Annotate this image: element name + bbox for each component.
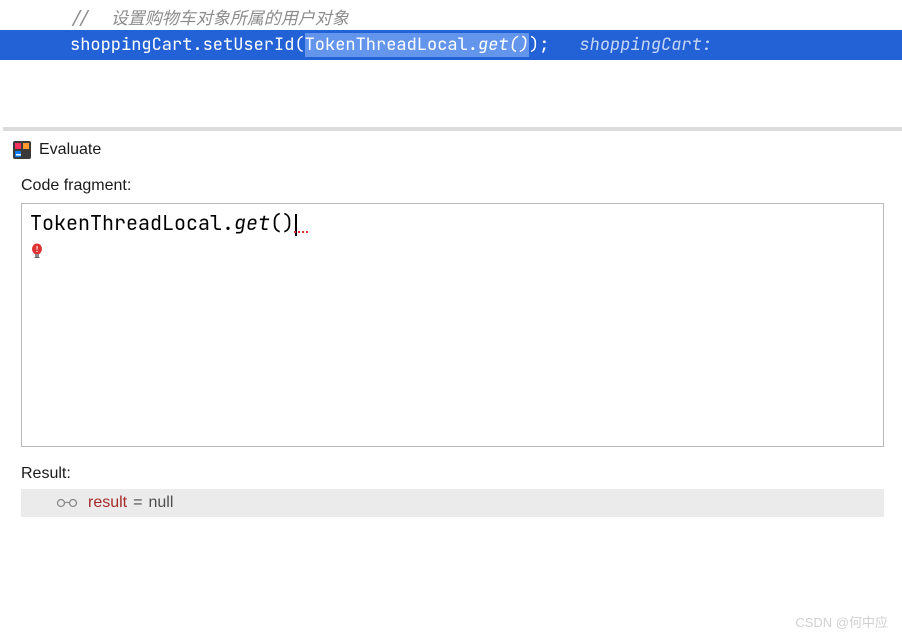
code-line-comment[interactable]: // 设置购物车对象所属的用户对象 — [0, 3, 902, 30]
intellij-icon — [13, 141, 31, 159]
selected-expression: TokenThreadLocal.get() — [305, 33, 529, 57]
comment-text: // 设置购物车对象所属的用户对象 — [70, 4, 349, 30]
code-text-end: ); — [529, 34, 549, 56]
result-label: Result: — [3, 447, 902, 487]
result-variable-name: result — [88, 494, 127, 512]
code-editor: // 设置购物车对象所属的用户对象 shoppingCart.setUserId… — [0, 0, 902, 60]
fragment-expression: TokenThreadLocal.get() — [30, 210, 294, 236]
result-equals: = — [133, 494, 142, 512]
watermark: CSDN @何中应 — [795, 612, 888, 631]
code-fragment-label: Code fragment: — [3, 169, 902, 201]
glasses-icon — [56, 495, 78, 511]
inline-hint: shoppingCart: — [579, 34, 712, 56]
evaluate-header: Evaluate — [3, 131, 902, 169]
code-line-highlighted[interactable]: shoppingCart.setUserId(TokenThreadLocal.… — [0, 30, 902, 60]
code-text: shoppingCart.setUserId( — [70, 34, 305, 56]
result-row[interactable]: result = null — [21, 489, 884, 517]
code-fragment-input[interactable]: TokenThreadLocal.get() ! — [21, 203, 884, 447]
svg-text:!: ! — [35, 245, 40, 255]
evaluate-panel: Evaluate Code fragment: TokenThreadLocal… — [3, 127, 902, 517]
bulb-icon[interactable]: ! — [30, 239, 44, 255]
evaluate-title: Evaluate — [39, 141, 101, 159]
result-value: null — [148, 494, 173, 512]
error-squiggle — [294, 231, 308, 233]
